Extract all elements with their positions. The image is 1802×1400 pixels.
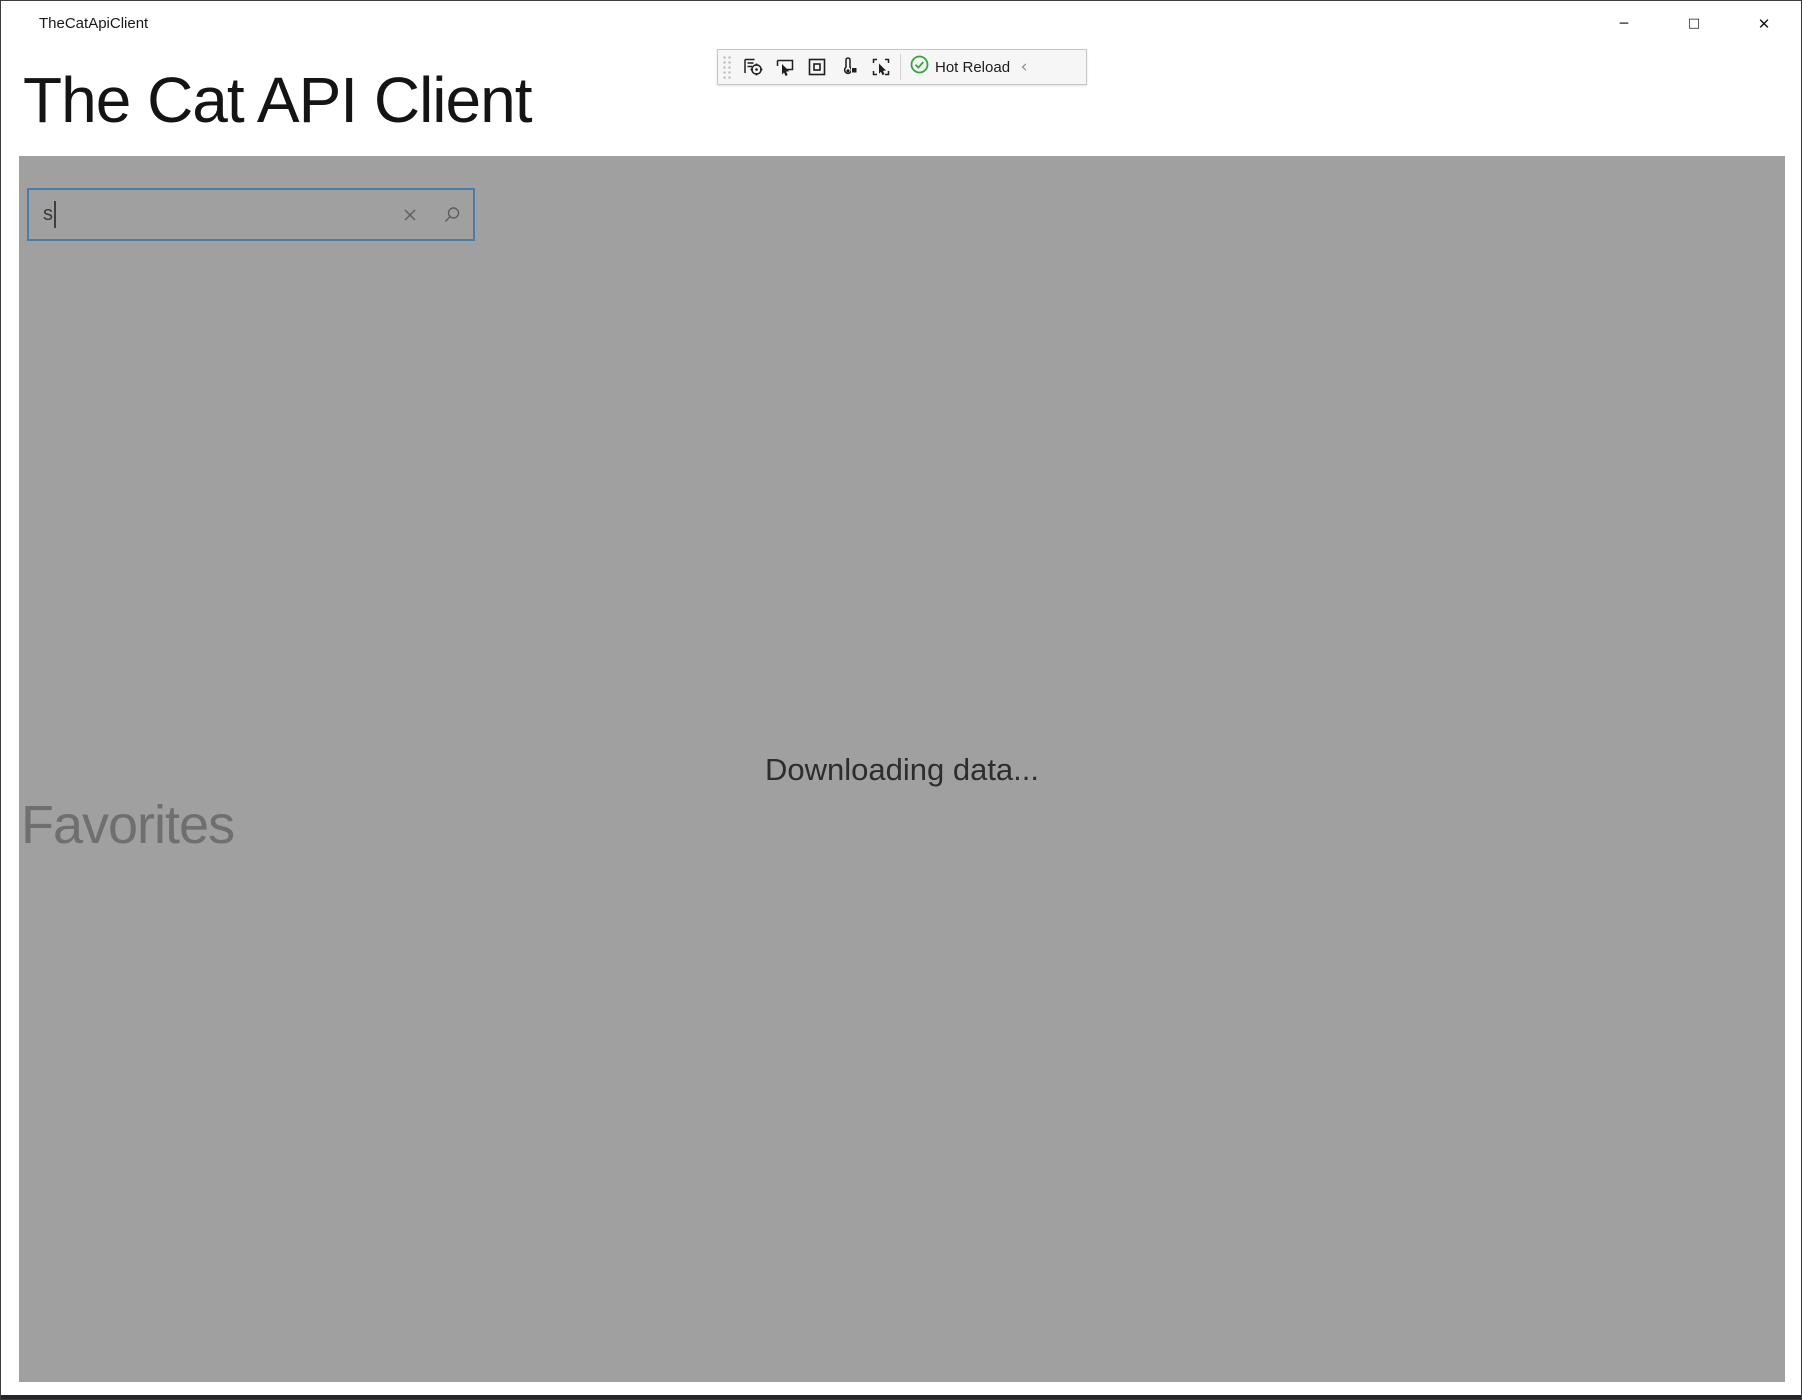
live-visual-tree-icon (742, 56, 764, 78)
toolbar-separator (900, 54, 901, 80)
window-title: TheCatApiClient (1, 15, 148, 32)
display-layout-adorners-button[interactable] (801, 52, 833, 82)
track-focused-element-button[interactable] (833, 52, 865, 82)
close-icon: ✕ (1758, 15, 1771, 33)
clear-search-button[interactable] (389, 190, 431, 239)
display-layout-adorners-icon (806, 56, 828, 78)
text-caret (54, 201, 56, 228)
select-element-button[interactable] (865, 52, 897, 82)
title-bar[interactable]: TheCatApiClient ─ □ ✕ (1, 1, 1801, 46)
search-input-value: s (43, 203, 53, 226)
magnifier-icon (443, 206, 461, 224)
hot-reload-status[interactable]: Hot Reload (906, 52, 1014, 82)
select-element-icon (870, 56, 892, 78)
maximize-icon: □ (1688, 16, 1700, 31)
x-clear-icon (402, 207, 418, 223)
page-title: The Cat API Client (23, 65, 531, 135)
favorites-section-title: Favorites (19, 796, 234, 855)
close-button[interactable]: ✕ (1729, 1, 1799, 46)
busy-overlay: s Favorites Downloading (19, 156, 1785, 1382)
toolbar-drag-grip[interactable] (721, 54, 733, 80)
search-button[interactable] (431, 190, 473, 239)
enable-selection-button[interactable] (769, 52, 801, 82)
enable-selection-icon (774, 56, 796, 78)
track-focused-element-icon (838, 56, 860, 78)
hot-reload-check-icon (910, 55, 929, 79)
toolbar-collapse-button[interactable]: ‹ (1014, 52, 1036, 82)
window-bottom-edge (1, 1395, 1801, 1399)
app-window: TheCatApiClient ─ □ ✕ (0, 0, 1802, 1400)
live-visual-tree-button[interactable] (737, 52, 769, 82)
search-input[interactable]: s (27, 188, 475, 241)
xaml-debug-toolbar: Hot Reload ‹ (717, 49, 1087, 85)
caption-buttons: ─ □ ✕ (1589, 1, 1799, 46)
maximize-button[interactable]: □ (1659, 1, 1729, 46)
hot-reload-label: Hot Reload (935, 59, 1010, 76)
minimize-button[interactable]: ─ (1589, 1, 1659, 46)
minimize-icon: ─ (1620, 16, 1628, 32)
downloading-status-text: Downloading data... (19, 752, 1785, 788)
chevron-left-icon: ‹ (1021, 57, 1028, 77)
